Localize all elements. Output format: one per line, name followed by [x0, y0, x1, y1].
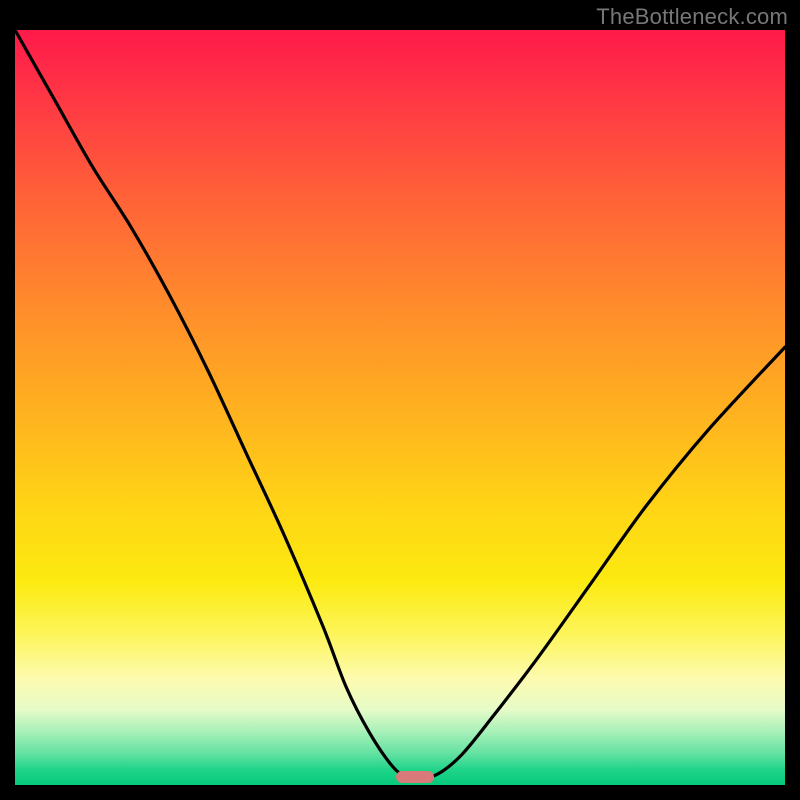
bottleneck-plot: [15, 30, 785, 785]
optimal-marker: [396, 771, 434, 783]
watermark-text: TheBottleneck.com: [596, 4, 788, 30]
bottleneck-curve: [15, 30, 785, 785]
chart-frame: TheBottleneck.com: [0, 0, 800, 800]
